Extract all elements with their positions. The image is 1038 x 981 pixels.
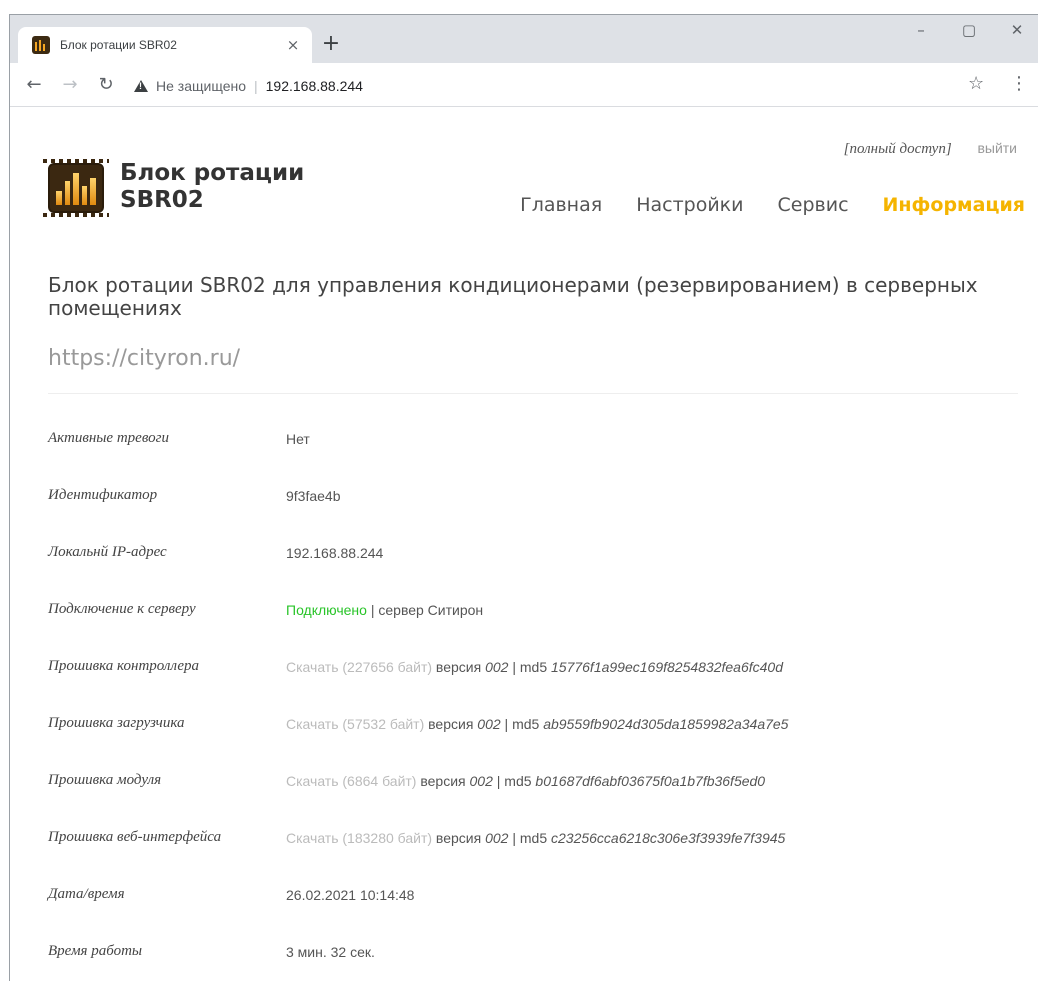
alarms-value: Нет — [286, 430, 310, 447]
md5-label: | md5 — [500, 715, 544, 732]
info-label: Прошивка контроллера — [48, 658, 200, 674]
site-favicon-icon — [32, 36, 50, 54]
info-row-fw-bootloader: Прошивка загрузчика Скачать (57532 байт)… — [48, 695, 1028, 752]
download-link[interactable]: Скачать (57532 байт) — [286, 716, 424, 732]
version-label: версия — [432, 658, 486, 675]
browser-tab[interactable]: Блок ротации SBR02 × — [18, 27, 312, 63]
id-value: 9f3fae4b — [286, 487, 341, 504]
ip-value: 192.168.88.244 — [286, 544, 384, 561]
site-link[interactable]: https://cityron.ru/ — [48, 346, 240, 371]
server-name: | сервер Ситирон — [366, 601, 484, 618]
main-nav: Главная Настройки Сервис Информация — [520, 194, 1025, 216]
info-label: Прошивка модуля — [48, 772, 162, 788]
forward-arrow-icon[interactable]: → — [58, 73, 82, 97]
brand-line-1: Блок ротации — [120, 160, 305, 186]
new-tab-button[interactable]: + — [318, 33, 344, 55]
page-headline: Блок ротации SBR02 для управления кондиц… — [48, 273, 978, 320]
version-value: 002 — [477, 715, 501, 732]
logout-link[interactable]: выйти — [977, 140, 1017, 156]
tab-title: Блок ротации SBR02 — [60, 38, 177, 52]
download-link[interactable]: Скачать (6864 байт) — [286, 773, 416, 789]
info-label: Локальнй IP-адрес — [48, 544, 167, 560]
info-row-datetime: Дата/время 26.02.2021 10:14:48 — [48, 866, 1028, 923]
tab-strip: Блок ротации SBR02 × + – ▢ ✕ — [10, 15, 1038, 63]
tab-close-icon[interactable]: × — [284, 36, 302, 54]
nav-info[interactable]: Информация — [883, 194, 1025, 216]
divider — [48, 393, 1018, 394]
fw-value: Скачать (6864 байт) версия 002 | md5 b01… — [286, 773, 765, 789]
kebab-menu-icon[interactable]: ⋮ — [1010, 73, 1028, 94]
info-label: Подключение к серверу — [48, 601, 196, 617]
browser-toolbar: ← → ↻ Не защищено | 192.168.88.244 ☆ ⋮ — [10, 63, 1038, 107]
info-label: Прошивка веб-интерфейса — [48, 829, 222, 845]
browser-window: Блок ротации SBR02 × + – ▢ ✕ ← → ↻ Не за… — [9, 14, 1038, 981]
version-value: 002 — [469, 772, 493, 789]
version-value: 002 — [485, 829, 509, 846]
download-link[interactable]: Скачать (183280 байт) — [286, 830, 432, 846]
server-value: Подключено | сервер Ситирон — [286, 602, 483, 618]
info-row-server: Подключение к серверу Подключено | серве… — [48, 581, 1028, 638]
md5-value: b01687df6abf03675f0a1b7fb36f5ed0 — [535, 772, 766, 789]
brand-title[interactable]: Блок ротации SBR02 — [120, 160, 304, 214]
version-label: версия — [432, 829, 486, 846]
url-text[interactable]: 192.168.88.244 — [266, 78, 363, 94]
fw-value: Скачать (57532 байт) версия 002 | md5 ab… — [286, 716, 788, 732]
md5-label: | md5 — [508, 829, 551, 846]
info-label: Время работы — [48, 943, 143, 959]
reload-icon[interactable]: ↻ — [94, 73, 118, 97]
nav-settings[interactable]: Настройки — [636, 194, 743, 216]
back-arrow-icon[interactable]: ← — [22, 73, 46, 97]
server-status: Подключено — [286, 601, 367, 618]
brand-line-2: SBR02 — [120, 187, 204, 213]
fw-value: Скачать (183280 байт) версия 002 | md5 c… — [286, 830, 785, 846]
download-link[interactable]: Скачать (227656 байт) — [286, 659, 432, 675]
info-row-ip: Локальнй IP-адрес 192.168.88.244 — [48, 524, 1028, 581]
md5-value: 15776f1a99ec169f8254832fea6fc40d — [551, 658, 783, 675]
maximize-button[interactable]: ▢ — [954, 21, 984, 39]
access-level: [полный доступ] — [843, 141, 952, 157]
bookmark-star-icon[interactable]: ☆ — [968, 73, 984, 94]
warning-icon — [134, 80, 148, 92]
auth-bar: [полный доступ] выйти — [844, 140, 1017, 158]
version-label: версия — [416, 772, 470, 789]
version-label: версия — [424, 715, 478, 732]
datetime-value: 26.02.2021 10:14:48 — [286, 886, 415, 903]
close-window-button[interactable]: ✕ — [1002, 21, 1032, 39]
info-row-fw-controller: Прошивка контроллера Скачать (227656 бай… — [48, 638, 1028, 695]
md5-value: ab9559fb9024d305da1859982a34a7e5 — [543, 715, 789, 732]
minimize-button[interactable]: – — [906, 21, 936, 39]
version-value: 002 — [485, 658, 509, 675]
md5-value: c23256cca6218c306e3f3939fe7f3945 — [551, 829, 786, 846]
info-label: Идентификатор — [48, 487, 158, 503]
info-label: Дата/время — [48, 886, 125, 902]
address-bar[interactable]: Не защищено | 192.168.88.244 — [134, 75, 363, 97]
info-table: Активные тревоги Нет Идентификатор 9f3fa… — [48, 410, 1028, 980]
info-row-id: Идентификатор 9f3fae4b — [48, 467, 1028, 524]
page-content: [полный доступ] выйти Блок ротации SBR02… — [10, 108, 1038, 981]
fw-value: Скачать (227656 байт) версия 002 | md5 1… — [286, 659, 783, 675]
info-row-fw-web: Прошивка веб-интерфейса Скачать (183280 … — [48, 809, 1028, 866]
md5-label: | md5 — [508, 658, 551, 675]
address-separator: | — [254, 78, 258, 94]
info-row-uptime: Время работы 3 мин. 32 сек. — [48, 923, 1028, 980]
info-row-alarms: Активные тревоги Нет — [48, 410, 1028, 467]
chip-logo-icon[interactable] — [43, 159, 109, 217]
uptime-value: 3 мин. 32 сек. — [286, 943, 375, 960]
nav-home[interactable]: Главная — [520, 194, 602, 216]
not-secure-label[interactable]: Не защищено — [156, 78, 246, 94]
info-label: Активные тревоги — [48, 430, 169, 446]
info-label: Прошивка загрузчика — [48, 715, 185, 731]
md5-label: | md5 — [492, 772, 536, 789]
info-row-fw-module: Прошивка модуля Скачать (6864 байт) верс… — [48, 752, 1028, 809]
nav-service[interactable]: Сервис — [778, 194, 849, 216]
